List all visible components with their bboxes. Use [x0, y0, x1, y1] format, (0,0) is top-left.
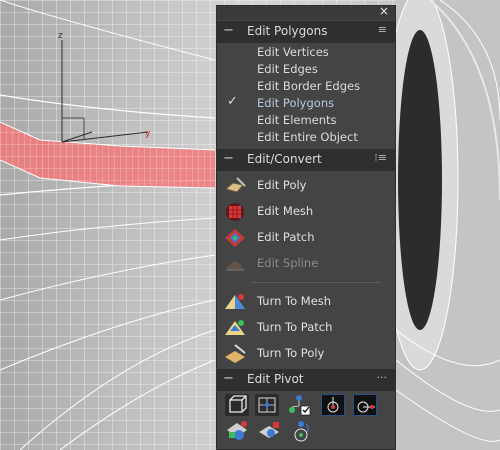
menu-item-edit-edges[interactable]: Edit Edges [257, 61, 318, 78]
menu-item-label: Turn To Patch [257, 320, 333, 334]
axis-label-y: y [145, 129, 151, 139]
menu-item-label: Turn To Poly [257, 346, 325, 360]
section-header-edit-convert[interactable]: − Edit/Convert ⁝≡ [217, 149, 395, 171]
close-button[interactable]: × [379, 4, 389, 18]
section-title: Edit Pivot [247, 372, 304, 386]
wheel-object [381, 0, 500, 450]
menu-item-turn-to-poly[interactable]: Turn To Poly [217, 341, 395, 367]
pivot-center-icon[interactable] [321, 394, 345, 416]
axis-label-z: z [58, 31, 63, 41]
pivot-node-hierarchy-icon[interactable] [287, 394, 311, 416]
menu-item-edit-elements[interactable]: Edit Elements [257, 112, 337, 129]
quad-menu: × − Edit Polygons ≡ Edit Vertices Edit E… [216, 4, 396, 450]
menu-item-edit-polygons[interactable]: Edit Polygons [257, 95, 334, 112]
section-title: Edit Polygons [247, 24, 328, 38]
edit-poly-icon [224, 177, 246, 193]
collapse-icon[interactable]: − [223, 151, 234, 166]
turn-to-patch-icon [225, 320, 245, 335]
quad-menu-titlebar: × [217, 4, 395, 20]
menu-item-label: Turn To Mesh [257, 294, 332, 308]
collapse-icon[interactable]: − [223, 371, 234, 386]
menu-item-label: Edit Poly [257, 178, 307, 192]
menu-item-edit-poly[interactable]: Edit Poly [217, 173, 395, 199]
pivot-align-icon[interactable] [353, 394, 377, 416]
menu-item-edit-spline: Edit Spline [217, 251, 395, 277]
menu-item-edit-vertices[interactable]: Edit Vertices [257, 44, 329, 61]
edit-mesh-icon [226, 203, 244, 221]
pivot-affect-hierarchy-icon[interactable] [255, 394, 279, 416]
menu-item-label: Edit Spline [257, 256, 319, 270]
menu-item-label: Edit Patch [257, 230, 315, 244]
edit-patch-icon [225, 229, 245, 247]
turn-to-mesh-icon [225, 294, 245, 309]
pivot-rotate-icon[interactable] [289, 420, 313, 442]
checkmark-icon: ✓ [227, 94, 238, 109]
section-options-icon[interactable]: ··· [377, 371, 388, 384]
section-options-icon[interactable]: ⁝≡ [374, 151, 387, 164]
section-header-edit-polygons[interactable]: − Edit Polygons ≡ [217, 21, 395, 43]
menu-item-label: Edit Mesh [257, 204, 314, 218]
menu-item-edit-mesh[interactable]: Edit Mesh [217, 199, 395, 225]
menu-item-edit-entire-object[interactable]: Edit Entire Object [257, 129, 358, 146]
pivot-reset-icon[interactable] [225, 420, 249, 442]
edit-spline-icon [226, 261, 244, 271]
section-options-icon[interactable]: ≡ [378, 23, 387, 36]
menu-item-turn-to-patch[interactable]: Turn To Patch [217, 315, 395, 341]
menu-item-edit-border-edges[interactable]: Edit Border Edges [257, 78, 360, 95]
collapse-icon[interactable]: − [223, 23, 234, 38]
pivot-transform-icon[interactable] [257, 420, 281, 442]
section-header-edit-pivot[interactable]: − Edit Pivot ··· [217, 369, 395, 391]
menu-item-edit-patch[interactable]: Edit Patch [217, 225, 395, 251]
pivot-affect-object-icon[interactable] [225, 394, 249, 416]
menu-item-turn-to-mesh[interactable]: Turn To Mesh [217, 289, 395, 315]
turn-to-poly-icon [225, 344, 246, 363]
menu-separator [251, 282, 381, 283]
section-title: Edit/Convert [247, 152, 322, 166]
